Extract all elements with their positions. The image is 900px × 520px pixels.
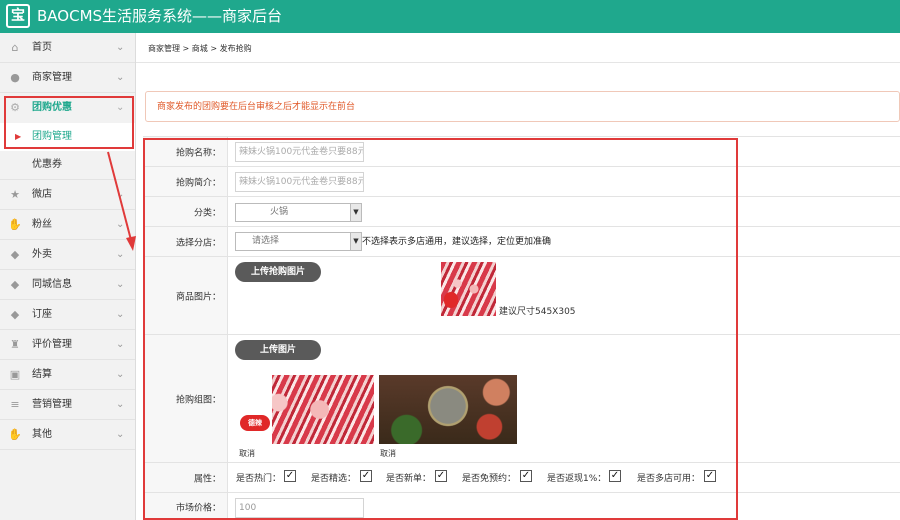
sidebar-item-merchant[interactable]: ● 商家管理 ⌄ [0, 63, 135, 93]
chevron-down-icon: ⌄ [116, 219, 125, 230]
chevron-down-icon: ⌄ [116, 249, 125, 260]
no-reservation-checkbox[interactable]: ✓ [520, 470, 532, 482]
upload-image-button[interactable]: 上传抢购图片 [235, 262, 321, 282]
logo: 宝 [6, 4, 30, 28]
product-image-thumbnail [441, 262, 496, 316]
select-value: 请选择 [252, 236, 280, 246]
app-title: BAOCMS生活服务系统——商家后台 [37, 7, 283, 25]
tag-icon: ◆ [10, 308, 20, 321]
field-label: 抢购名称： [143, 137, 228, 166]
chevron-down-icon: ⌄ [116, 369, 125, 380]
sidebar-subitem-label: 优惠券 [32, 159, 62, 170]
review-notice: 商家发布的团购要在后台审核之后才能显示在前台 [145, 91, 900, 122]
picture-icon: ▣ [9, 368, 21, 381]
star-icon: ★ [10, 188, 20, 201]
sidebar-item-fans[interactable]: ✋ 粉丝 ⌄ [0, 210, 135, 240]
sidebar-item-takeout[interactable]: ◆ 外卖 ⌄ [0, 240, 135, 270]
attr-label-new: 是否新单： [386, 474, 432, 484]
top-header: 宝 BAOCMS生活服务系统——商家后台 [0, 0, 900, 33]
sidebar-item-label: 粉丝 [32, 219, 52, 230]
field-label: 选择分店： [143, 227, 228, 256]
sidebar-item-label: 评价管理 [32, 339, 72, 350]
chevron-down-icon: ⌄ [116, 189, 125, 200]
sidebar-item-settlement[interactable]: ▣ 结算 ⌄ [0, 360, 135, 390]
tag-icon: ◆ [10, 278, 20, 291]
intro-input[interactable]: 辣妹火锅100元代金卷只要88元 [235, 172, 364, 192]
gallery-image-1[interactable]: 德辣 [238, 375, 374, 444]
sidebar-item-microstore[interactable]: ★ 微店 ⌄ [0, 180, 135, 210]
attr-label-no-reservation: 是否免预约： [462, 474, 517, 484]
sidebar-subitem-coupon[interactable]: 优惠券 [0, 151, 135, 180]
chevron-down-icon: ⌄ [116, 429, 125, 440]
sidebar-item-label: 结算 [32, 369, 52, 380]
branch-select[interactable]: 请选择 ▼ [235, 232, 362, 251]
layers-icon: ≡ [10, 398, 20, 411]
field-label: 属性： [143, 463, 228, 492]
brand-badge: 德辣 [240, 415, 270, 431]
divider [136, 62, 900, 63]
attr-label-cashback: 是否返现1%： [547, 474, 607, 484]
attr-label-featured: 是否精选： [311, 474, 357, 484]
hand-icon: ✋ [8, 218, 22, 231]
upload-gallery-button[interactable]: 上传图片 [235, 340, 321, 360]
sidebar-item-marketing[interactable]: ≡ 营销管理 ⌄ [0, 390, 135, 420]
brand-badge [444, 292, 458, 308]
sidebar-item-label: 商家管理 [32, 72, 72, 83]
new-checkbox[interactable]: ✓ [435, 470, 447, 482]
field-label: 抢购简介： [143, 167, 228, 196]
chevron-down-icon: ⌄ [116, 42, 125, 53]
featured-checkbox[interactable]: ✓ [360, 470, 372, 482]
market-price-input[interactable]: 100 [235, 498, 364, 518]
sidebar-item-label: 营销管理 [32, 399, 72, 410]
sidebar-item-label: 微店 [32, 189, 52, 200]
sidebar-item-reviews[interactable]: ♜ 评价管理 ⌄ [0, 330, 135, 360]
hand-icon: ✋ [8, 428, 22, 441]
chevron-down-icon: ⌄ [116, 399, 125, 410]
image-size-hint: 建议尺寸545X305 [499, 307, 576, 317]
sidebar-item-label: 同城信息 [32, 279, 72, 290]
annotation-highlight-box [4, 96, 134, 149]
select-value: 火锅 [270, 207, 289, 217]
chevron-down-icon: ▼ [350, 204, 361, 221]
attr-label-hot: 是否热门： [236, 474, 282, 484]
chevron-down-icon: ⌄ [116, 339, 125, 350]
chevron-down-icon: ⌄ [116, 309, 125, 320]
attr-label-multi-store: 是否多店可用： [637, 474, 701, 484]
sidebar-item-label: 外卖 [32, 249, 52, 260]
chevron-down-icon: ⌄ [116, 72, 125, 83]
name-input[interactable]: 辣妹火锅100元代金卷只要88元 [235, 142, 364, 162]
sidebar-item-other[interactable]: ✋ 其他 ⌄ [0, 420, 135, 450]
breadcrumb: 商家管理 > 商城 > 发布抢购 [148, 44, 252, 53]
cancel-link-2[interactable]: 取消 [380, 449, 396, 459]
multi-store-checkbox[interactable]: ✓ [704, 470, 716, 482]
user-icon: ● [10, 71, 20, 84]
field-label: 商品图片： [143, 257, 228, 334]
sidebar-item-label: 首页 [32, 42, 52, 53]
hot-checkbox[interactable]: ✓ [284, 470, 296, 482]
chevron-down-icon: ⌄ [116, 279, 125, 290]
branch-hint: 不选择表示多店通用，建议选择，定位更加准确 [362, 237, 552, 247]
field-label: 分类： [143, 197, 228, 226]
home-icon: ⌂ [11, 41, 19, 54]
tag-icon: ◆ [10, 248, 20, 261]
category-select[interactable]: 火锅 ▼ [235, 203, 362, 222]
field-label: 市场价格： [143, 493, 228, 520]
sidebar-item-label: 其他 [32, 429, 52, 440]
cancel-link-1[interactable]: 取消 [239, 449, 255, 459]
sidebar-item-home[interactable]: ⌂ 首页 ⌄ [0, 33, 135, 63]
field-label: 抢购组图： [143, 335, 228, 462]
gallery-image-2[interactable] [379, 375, 517, 444]
sidebar-item-label: 订座 [32, 309, 52, 320]
sidebar-item-booking[interactable]: ◆ 订座 ⌄ [0, 300, 135, 330]
chevron-down-icon: ▼ [350, 233, 361, 250]
cashback-checkbox[interactable]: ✓ [609, 470, 621, 482]
bottle-icon: ♜ [10, 338, 20, 351]
image-white-panel [238, 375, 272, 444]
sidebar-item-local-info[interactable]: ◆ 同城信息 ⌄ [0, 270, 135, 300]
